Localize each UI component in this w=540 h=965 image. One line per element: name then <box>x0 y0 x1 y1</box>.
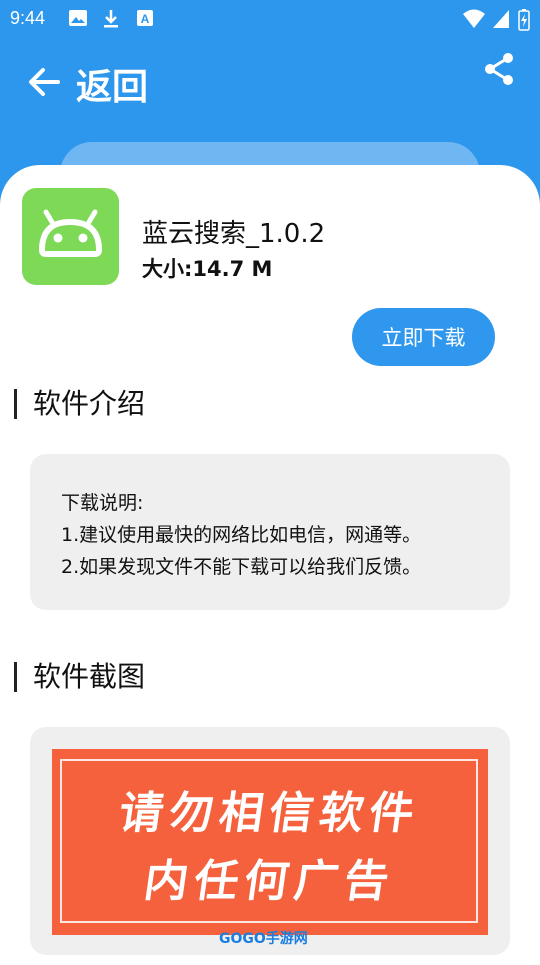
signal-icon <box>493 10 509 28</box>
description-line: 2.如果发现文件不能下载可以给我们反馈。 <box>61 556 422 578</box>
app-icon <box>22 188 119 285</box>
download-now-button[interactable]: 立即下载 <box>352 308 495 366</box>
svg-text:A: A <box>141 12 150 26</box>
back-title[interactable]: 返回 <box>76 58 148 110</box>
section-title-screenshots: 软件截图 <box>14 662 145 692</box>
a-letter-icon: A <box>137 10 153 26</box>
download-icon <box>104 10 118 28</box>
image-icon <box>69 10 87 26</box>
banner-line: 内任何广告 <box>140 856 398 907</box>
share-icon[interactable] <box>482 52 516 86</box>
status-bar: 9:44 A <box>0 0 540 38</box>
screenshot-image[interactable]: 请勿相信软件 内任何广告 <box>52 749 488 935</box>
banner-line: 请勿相信软件 <box>115 788 423 839</box>
description-line: 1.建议使用最快的网络比如电信，网通等。 <box>61 524 422 546</box>
back-arrow-icon[interactable] <box>24 62 64 102</box>
watermark-logo: GOGO手游网 <box>219 931 308 947</box>
section-title-intro: 软件介绍 <box>14 389 145 419</box>
app-name: 蓝云搜索_1.0.2 <box>142 219 326 249</box>
wifi-icon <box>463 9 485 28</box>
app-bar: 返回 <box>0 40 540 130</box>
screenshot-box: 请勿相信软件 内任何广告 <box>30 727 510 955</box>
app-size: 大小:14.7 M <box>142 257 273 281</box>
android-icon <box>38 209 103 257</box>
description-box: 下载说明: 1.建议使用最快的网络比如电信，网通等。 2.如果发现文件不能下载可… <box>30 454 510 610</box>
battery-icon <box>518 9 530 31</box>
description-line: 下载说明: <box>61 492 144 514</box>
status-time: 9:44 <box>10 8 46 28</box>
